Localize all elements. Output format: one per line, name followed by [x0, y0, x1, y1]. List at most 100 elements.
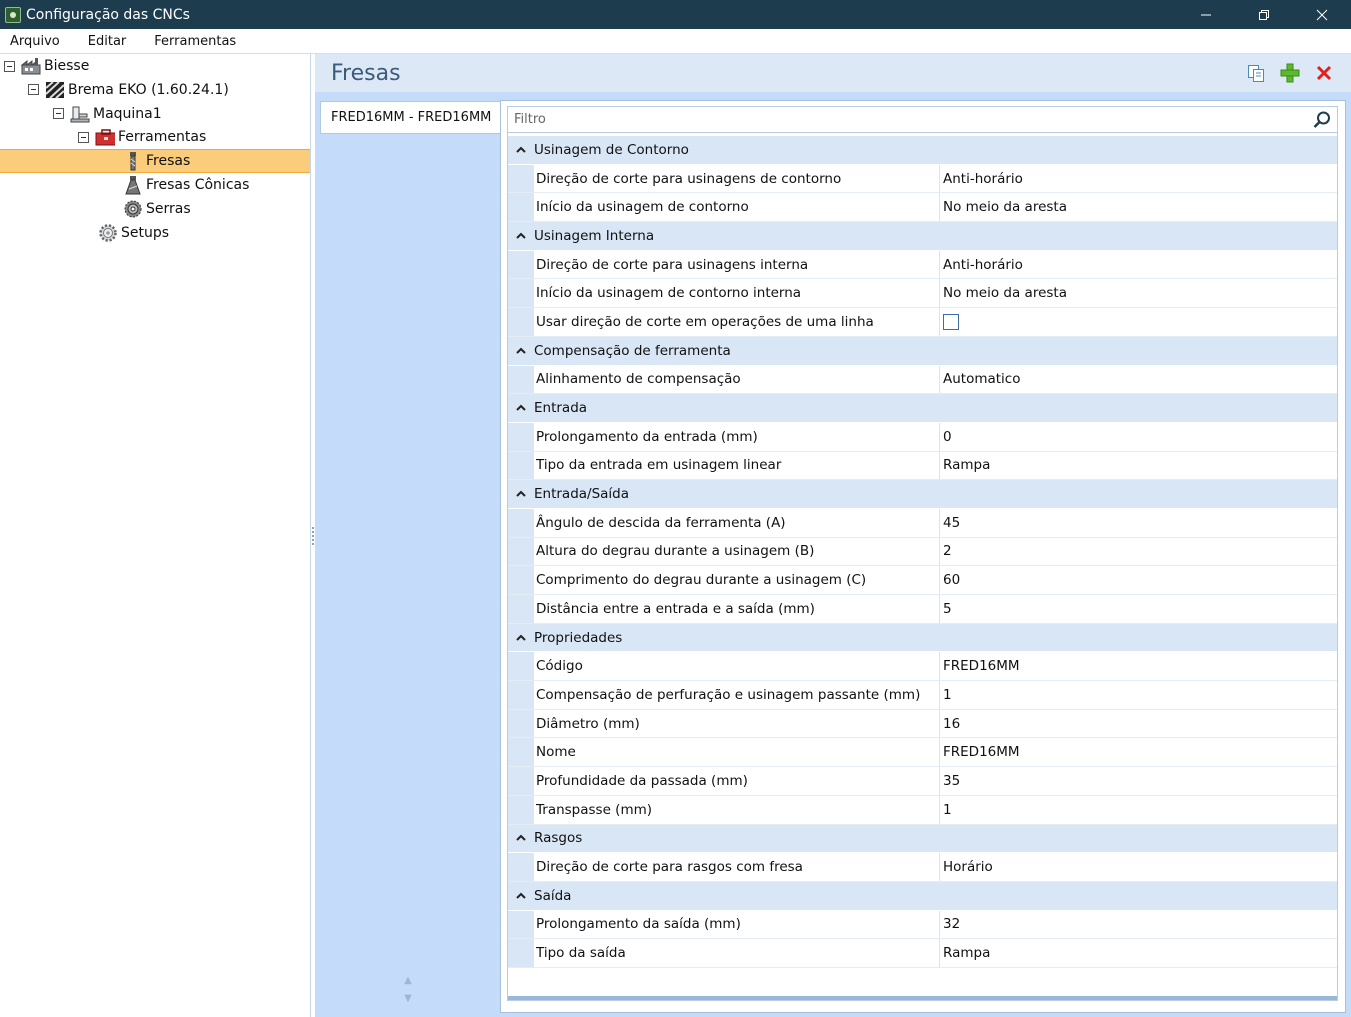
row-gutter: [508, 193, 534, 222]
tree-item-maquina1[interactable]: Maquina1: [53, 102, 162, 126]
property-value[interactable]: 45: [940, 509, 1337, 537]
chevron-up-icon[interactable]: [508, 490, 534, 498]
category-row[interactable]: Compensação de ferramenta: [508, 336, 1337, 366]
chevron-up-icon[interactable]: [508, 634, 534, 642]
chevron-up-icon[interactable]: [508, 834, 534, 842]
property-row: Usar direção de corte em operações de um…: [508, 308, 1337, 337]
property-value[interactable]: Anti-horário: [940, 165, 1337, 193]
tool-list-item[interactable]: FRED16MM - FRED16MM: [320, 101, 500, 134]
property-row: Comprimento do degrau durante a usinagem…: [508, 566, 1337, 595]
copy-icon: [1248, 65, 1264, 82]
property-value[interactable]: Rampa: [940, 452, 1337, 480]
property-value-cell[interactable]: [940, 308, 1337, 336]
property-value[interactable]: Horário: [940, 853, 1337, 881]
chevron-up-icon[interactable]: [508, 232, 534, 240]
property-value[interactable]: Rampa: [940, 939, 1337, 967]
property-value[interactable]: No meio da aresta: [940, 279, 1337, 307]
category-row[interactable]: Rasgos: [508, 824, 1337, 854]
maximize-button[interactable]: [1235, 0, 1293, 29]
tool-list-scroll[interactable]: ▲ ▼: [401, 972, 415, 1008]
category-row[interactable]: Saída: [508, 881, 1337, 911]
add-button[interactable]: [1279, 62, 1301, 84]
category-row[interactable]: Usinagem de Contorno: [508, 136, 1337, 165]
saw-icon: [123, 200, 143, 218]
collapse-icon[interactable]: [53, 108, 64, 120]
row-gutter: [508, 681, 534, 709]
chevron-up-icon[interactable]: [508, 347, 534, 355]
collapse-icon[interactable]: [28, 84, 39, 96]
property-value[interactable]: Anti-horário: [940, 251, 1337, 279]
machine-stripes-icon: [45, 81, 65, 99]
property-value[interactable]: 1: [940, 681, 1337, 709]
property-row: Transpasse (mm) 1: [508, 795, 1337, 825]
property-grid: Usinagem de Contorno Direção de corte par…: [507, 106, 1338, 1001]
scroll-down-icon[interactable]: ▼: [401, 990, 415, 1008]
gear-icon: [98, 223, 118, 242]
restore-icon: [1259, 9, 1269, 20]
category-label: Entrada/Saída: [534, 486, 630, 503]
tree-item-brema-eko-1-60-24-1[interactable]: Brema EKO (1.60.24.1): [28, 78, 229, 102]
property-name: Início da usinagem de contorno: [534, 193, 940, 222]
delete-icon: [1316, 65, 1332, 81]
copy-button[interactable]: [1245, 62, 1267, 84]
property-value[interactable]: 1: [940, 796, 1337, 824]
property-value[interactable]: 2: [940, 538, 1337, 566]
minimize-button[interactable]: [1177, 0, 1235, 29]
tree-item-label: Brema EKO (1.60.24.1): [68, 81, 229, 98]
property-row: Direção de corte para rasgos com fresa Ho…: [508, 853, 1337, 882]
property-rows: Usinagem de Contorno Direção de corte par…: [508, 136, 1337, 968]
chevron-up-icon[interactable]: [508, 892, 534, 900]
property-value[interactable]: FRED16MM: [940, 652, 1337, 680]
scroll-up-icon[interactable]: ▲: [401, 972, 415, 990]
property-row: Altura do degrau durante a usinagem (B) 2: [508, 537, 1337, 567]
property-checkbox[interactable]: [943, 313, 959, 330]
property-value[interactable]: 32: [940, 911, 1337, 939]
delete-button[interactable]: [1313, 62, 1335, 84]
menu-arquivo[interactable]: Arquivo: [0, 29, 71, 54]
tree-item-serras[interactable]: Serras: [123, 197, 191, 221]
property-row: Tipo da saída Rampa: [508, 939, 1337, 968]
row-gutter: [508, 508, 534, 537]
menu-ferramentas[interactable]: Ferramentas: [143, 29, 247, 54]
row-gutter: [508, 939, 534, 967]
property-value[interactable]: No meio da aresta: [940, 193, 1337, 221]
row-gutter: [508, 652, 534, 681]
category-row[interactable]: Entrada: [508, 394, 1337, 423]
collapse-icon[interactable]: [78, 131, 89, 143]
grid-resize-bar[interactable]: [508, 996, 1337, 1000]
property-value[interactable]: 5: [940, 595, 1337, 623]
close-button[interactable]: [1293, 0, 1351, 29]
property-value[interactable]: FRED16MM: [940, 738, 1337, 766]
row-gutter: [508, 795, 534, 824]
property-value[interactable]: 60: [940, 566, 1337, 594]
property-value[interactable]: 35: [940, 767, 1337, 795]
category-row[interactable]: Usinagem Interna: [508, 222, 1337, 251]
tree-item-setups[interactable]: Setups: [98, 221, 169, 245]
property-name: Início da usinagem de contorno interna: [534, 279, 940, 308]
search-icon[interactable]: [1312, 110, 1332, 130]
collapse-icon[interactable]: [4, 60, 15, 72]
property-row: Direção de corte para usinagens de conto…: [508, 164, 1337, 194]
category-label: Usinagem de Contorno: [534, 141, 689, 158]
chevron-up-icon[interactable]: [508, 146, 534, 154]
property-name: Alinhamento de compensação: [534, 365, 940, 394]
tree-item-fresas[interactable]: Fresas: [0, 149, 310, 174]
tree-item-biesse[interactable]: Biesse: [4, 54, 89, 78]
filter-input[interactable]: [508, 107, 1298, 131]
machine-icon: [70, 105, 90, 123]
menu-editar[interactable]: Editar: [77, 29, 138, 54]
tree-item-fresas-c-nicas[interactable]: Fresas Cônicas: [123, 173, 249, 197]
tool-list: FRED16MM - FRED16MM: [320, 101, 500, 134]
tree-item-ferramentas[interactable]: Ferramentas: [78, 125, 206, 149]
property-name: Usar direção de corte em operações de um…: [534, 308, 940, 336]
property-value[interactable]: 0: [940, 423, 1337, 451]
property-row: Distância entre a entrada e a saída (mm)…: [508, 595, 1337, 624]
property-value[interactable]: Automatico: [940, 366, 1337, 394]
chevron-up-icon[interactable]: [508, 404, 534, 412]
property-value[interactable]: 16: [940, 710, 1337, 738]
category-label: Propriedades: [534, 629, 623, 646]
tree-item-label: Ferramentas: [118, 129, 207, 146]
property-name: Tipo da saída: [534, 939, 940, 967]
category-row[interactable]: Entrada/Saída: [508, 480, 1337, 509]
category-row[interactable]: Propriedades: [508, 623, 1337, 653]
